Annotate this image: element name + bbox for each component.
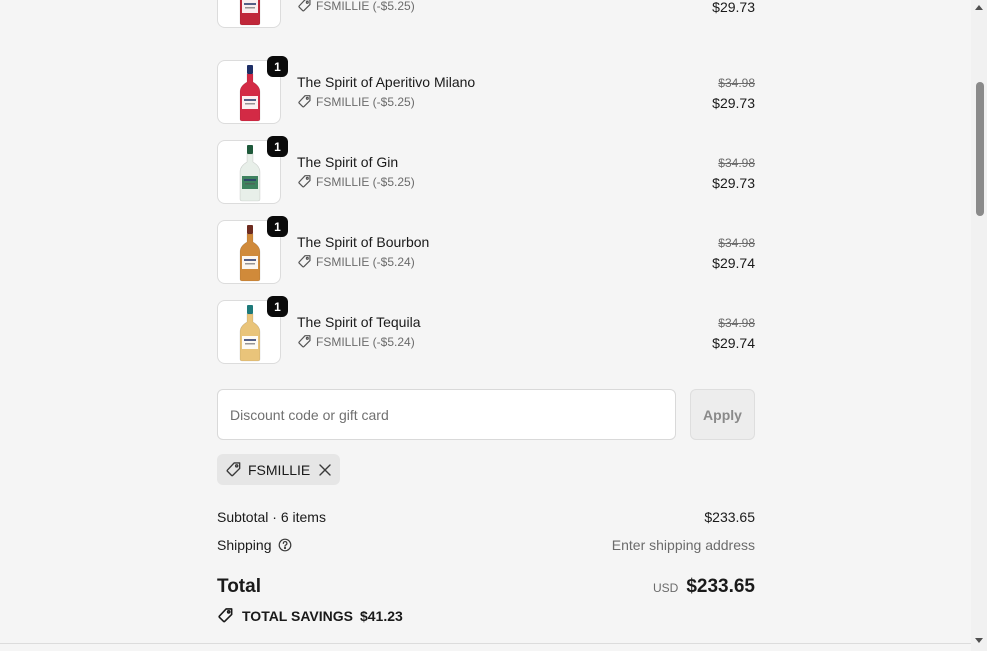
- discounted-price: $29.74: [712, 255, 755, 271]
- original-price: $34.98: [718, 316, 755, 330]
- original-price: $34.98: [718, 236, 755, 250]
- quantity-badge: 1: [267, 56, 288, 77]
- discounted-price: $29.74: [712, 335, 755, 351]
- total-label: Total: [217, 576, 261, 597]
- tag-icon: [297, 174, 312, 189]
- product-thumbnail: 1: [217, 136, 288, 204]
- product-name: The Spirit of Aperitivo Milano: [297, 74, 476, 90]
- quantity-badge: 1: [267, 296, 288, 317]
- item-discount: FSMILLIE (-$5.25): [297, 94, 415, 109]
- discount-code-row: Apply: [217, 389, 755, 440]
- original-price: $34.98: [718, 156, 755, 170]
- line-item: 1 The Spirit of Gin FSMILLIE (-$5.25) $34.9…: [217, 136, 755, 206]
- item-discount: FSMILLIE (-$5.24): [297, 334, 415, 349]
- line-item: 1 The Spirit of Aperitivo Milano FSMILLIE …: [217, 56, 755, 126]
- discounted-price: $29.73: [712, 95, 755, 111]
- total-savings: TOTAL SAVINGS $41.23: [217, 607, 403, 624]
- product-name: The Spirit of Bourbon: [297, 234, 430, 250]
- tag-icon: [297, 0, 312, 13]
- applied-discount-chip: FSMILLIE: [217, 454, 341, 485]
- remove-discount-icon[interactable]: [318, 463, 332, 477]
- item-discount-label: FSMILLIE (-$5.25): [316, 174, 415, 189]
- discount-code-input[interactable]: [217, 389, 676, 440]
- savings-value: $41.23: [359, 607, 403, 624]
- product-thumbnail: 1: [217, 0, 281, 28]
- item-discount: FSMILLIE (-$5.24): [297, 254, 415, 269]
- line-item: 1 The Spirit of Tequila FSMILLIE (-$5.24) $…: [217, 296, 755, 366]
- item-discount-label: FSMILLIE (-$5.25): [316, 0, 415, 13]
- tag-icon: [297, 334, 312, 349]
- scroll-down-arrow-icon[interactable]: [975, 638, 983, 643]
- apply-button[interactable]: Apply: [690, 389, 755, 440]
- discounted-price: $29.73: [712, 0, 755, 15]
- discounted-price: $29.73: [712, 175, 755, 191]
- item-discount: FSMILLIE (-$5.25): [297, 0, 415, 13]
- product-thumbnail: 1: [217, 56, 288, 124]
- item-discount-label: FSMILLIE (-$5.24): [316, 334, 415, 349]
- savings-tag-icon: [217, 607, 234, 624]
- item-discount-label: FSMILLIE (-$5.25): [316, 94, 415, 109]
- shipping-label: Shipping: [217, 537, 272, 553]
- help-circle-icon[interactable]: [278, 538, 292, 552]
- quantity-badge: 1: [267, 216, 288, 237]
- product-thumbnail: 1: [217, 296, 288, 364]
- savings-label: TOTAL SAVINGS: [242, 607, 353, 624]
- product-name: The Spirit of Tequila: [297, 314, 421, 330]
- subtotal-label: Subtotal · 6 items: [217, 509, 326, 525]
- scrollbar-thumb[interactable]: [976, 82, 984, 216]
- tag-icon: [297, 94, 312, 109]
- original-price: $34.98: [718, 76, 755, 90]
- currency-code: USD: [652, 581, 679, 595]
- tag-icon: [297, 254, 312, 269]
- checkout-order-summary: 1The Spirit of Vermouth RossoFSMILLIE (-…: [0, 0, 987, 651]
- applied-code-label: FSMILLIE: [248, 461, 311, 478]
- total-amount: $233.65: [686, 576, 755, 597]
- line-item: 1The Spirit of Vermouth RossoFSMILLIE (-…: [217, 0, 755, 30]
- product-thumbnail: 1: [217, 216, 288, 284]
- product-name: The Spirit of Gin: [297, 154, 399, 170]
- divider: [0, 643, 971, 644]
- tag-icon: [225, 461, 242, 478]
- total-value-group: USD $233.65: [653, 576, 755, 598]
- item-discount: FSMILLIE (-$5.25): [297, 174, 415, 189]
- subtotal-value: $233.65: [704, 509, 755, 525]
- line-item: 1 The Spirit of Bourbon FSMILLIE (-$5.24) $…: [217, 216, 755, 286]
- quantity-badge: 1: [267, 136, 288, 157]
- vertical-scrollbar[interactable]: [971, 0, 987, 651]
- shipping-value: Enter shipping address: [611, 537, 755, 553]
- shipping-label-group: Shipping: [217, 537, 292, 553]
- item-discount-label: FSMILLIE (-$5.24): [316, 254, 415, 269]
- scroll-up-arrow-icon[interactable]: [975, 5, 983, 10]
